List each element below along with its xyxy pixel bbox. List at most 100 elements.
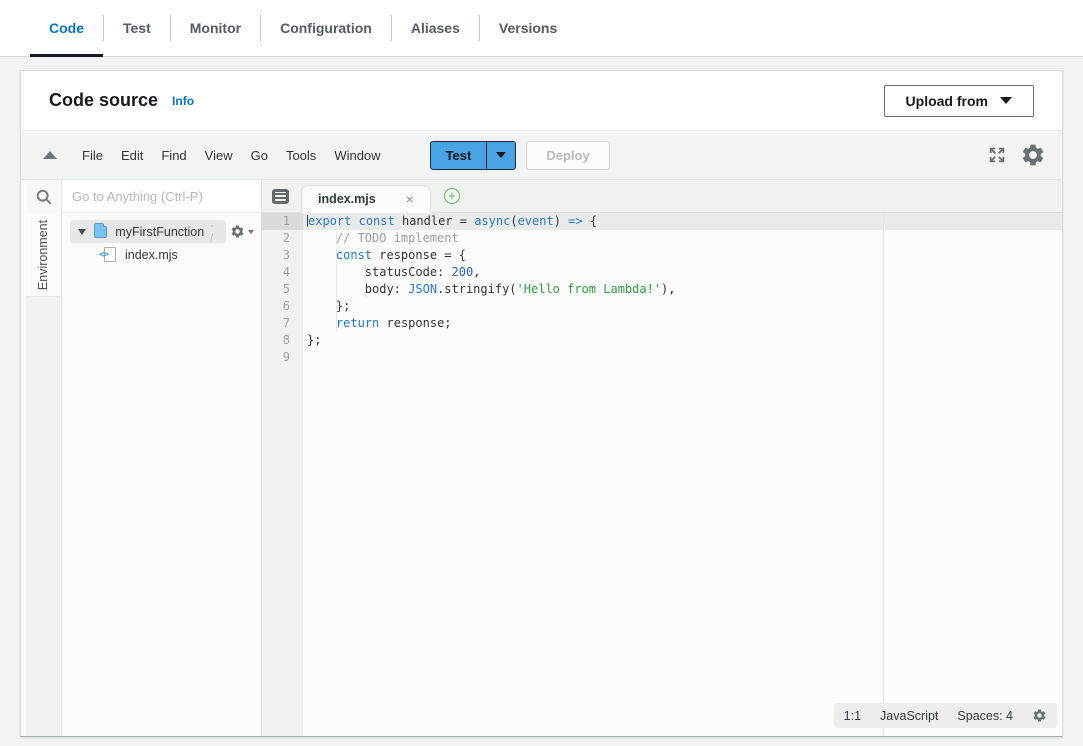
editor-settings-gear-icon[interactable] — [1032, 708, 1047, 723]
settings-gear-icon[interactable] — [1020, 142, 1046, 168]
code-lines: export const handler = async(event) => {… — [303, 213, 1062, 736]
tab-configuration[interactable]: Configuration — [261, 0, 391, 56]
editor-tab-strip: index.mjs × + — [262, 180, 1062, 213]
code-token: const — [359, 214, 395, 228]
gear-icon — [230, 224, 245, 239]
gutter-line-number[interactable]: 1 — [262, 213, 303, 230]
chevron-down-icon — [496, 152, 506, 158]
file-index-mjs[interactable]: <> index.mjs — [62, 243, 261, 266]
code-token: return — [336, 316, 379, 330]
cursor-position[interactable]: 1:1 — [844, 709, 861, 723]
ide-body: Environment myFirstFunction - / — [21, 180, 1062, 736]
gutter-line-number[interactable]: 2 — [262, 230, 303, 247]
code-token: ( — [510, 214, 517, 228]
code-token: const — [336, 248, 372, 262]
menu-view[interactable]: View — [196, 142, 242, 169]
menu-go[interactable]: Go — [242, 142, 277, 169]
code-token: response = { — [372, 248, 466, 262]
code-token: { — [583, 214, 597, 228]
info-link[interactable]: Info — [172, 94, 194, 108]
folder-icon — [94, 226, 107, 238]
new-tab-icon[interactable]: + — [444, 188, 460, 204]
search-icon — [35, 188, 53, 206]
upload-from-button[interactable]: Upload from — [884, 85, 1034, 117]
editor-menubar: File Edit Find View Go Tools Window Test… — [21, 131, 1062, 180]
tab-versions[interactable]: Versions — [480, 0, 576, 56]
tab-list-icon[interactable] — [272, 189, 289, 204]
editor-gutter: 123456789 — [262, 213, 303, 736]
chevron-down-icon — [248, 230, 254, 234]
gutter-line-number[interactable]: 4 — [262, 264, 303, 281]
folder-myfirstfunction[interactable]: myFirstFunction - / — [70, 220, 226, 243]
code-token: 'Hello from Lambda!' — [517, 282, 662, 296]
editor-tab-index-mjs[interactable]: index.mjs × — [301, 185, 431, 213]
file-tree: myFirstFunction - / <> index.mjs — [62, 213, 261, 266]
test-dropdown-button[interactable] — [486, 141, 516, 170]
tab-size-setting[interactable]: Spaces: 4 — [957, 709, 1013, 723]
code-line[interactable]: export const handler = async(event) => { — [303, 213, 1062, 230]
fullscreen-icon[interactable] — [987, 145, 1007, 165]
menu-edit[interactable]: Edit — [112, 142, 152, 169]
code-line[interactable] — [303, 349, 1062, 366]
folder-path-suffix: - / — [210, 220, 217, 244]
code-line[interactable]: const response = { — [303, 247, 1062, 264]
environment-sidebar: myFirstFunction - / <> index.mjs — [62, 180, 262, 736]
gutter-line-number[interactable]: 7 — [262, 315, 303, 332]
menu-tools[interactable]: Tools — [277, 142, 325, 169]
search-tab[interactable] — [26, 180, 61, 213]
language-mode[interactable]: JavaScript — [880, 709, 938, 723]
code-token: export — [308, 214, 351, 228]
code-token: 200 — [452, 265, 474, 279]
code-line[interactable]: statusCode: 200, — [303, 264, 1062, 281]
deploy-button[interactable]: Deploy — [526, 141, 609, 170]
environment-panel-tab[interactable]: Environment — [26, 213, 61, 297]
code-token: => — [568, 214, 582, 228]
code-token: , — [473, 265, 480, 279]
gutter-line-number[interactable]: 9 — [262, 349, 303, 366]
gutter-line-number[interactable]: 3 — [262, 247, 303, 264]
menu-file[interactable]: File — [73, 142, 112, 169]
tab-code[interactable]: Code — [30, 0, 103, 56]
print-margin-line — [883, 213, 884, 736]
tree-folder-row: myFirstFunction - / — [70, 220, 255, 243]
gutter-line-number[interactable]: 5 — [262, 281, 303, 298]
tree-settings-button[interactable] — [226, 224, 258, 239]
code-source-panel: Code source Info Upload from File Edit F… — [20, 70, 1063, 737]
code-token: event — [518, 214, 554, 228]
code-token: response; — [379, 316, 451, 330]
file-icon: <> — [104, 247, 116, 262]
menu-window[interactable]: Window — [325, 142, 389, 169]
code-token: ) — [554, 214, 568, 228]
file-name: index.mjs — [125, 248, 178, 262]
folder-expand-caret-icon[interactable] — [78, 229, 86, 235]
tab-monitor[interactable]: Monitor — [171, 0, 260, 56]
gutter-line-number[interactable]: 8 — [262, 332, 303, 349]
upload-from-label: Upload from — [906, 93, 988, 109]
code-editor[interactable]: 123456789 export const handler = async(e… — [262, 213, 1062, 736]
left-dock-strip: Environment — [26, 180, 62, 736]
code-line[interactable]: }; — [303, 298, 1062, 315]
dock-strip-spacer — [26, 297, 61, 736]
page-title: Code source — [49, 90, 158, 111]
code-line[interactable]: }; — [303, 332, 1062, 349]
test-split-button: Test — [430, 141, 517, 170]
gutter-line-number[interactable]: 6 — [262, 298, 303, 315]
code-token: // TODO implement — [336, 231, 459, 245]
tab-aliases[interactable]: Aliases — [392, 0, 479, 56]
test-button[interactable]: Test — [430, 141, 488, 170]
indent-guide — [336, 230, 337, 332]
indent-guide — [365, 264, 366, 298]
code-line[interactable]: body: JSON.stringify('Hello from Lambda!… — [303, 281, 1062, 298]
code-token: .stringify( — [437, 282, 516, 296]
code-line[interactable]: return response; — [303, 315, 1062, 332]
code-token — [307, 231, 336, 245]
tab-test[interactable]: Test — [104, 0, 170, 56]
code-line[interactable]: // TODO implement — [303, 230, 1062, 247]
menu-find[interactable]: Find — [152, 142, 195, 169]
code-token — [307, 316, 336, 330]
editor-tab-label: index.mjs — [318, 192, 376, 206]
close-tab-icon[interactable]: × — [406, 192, 414, 206]
collapse-menubar-icon[interactable] — [43, 151, 57, 159]
editor-status-bar: 1:1 JavaScript Spaces: 4 — [834, 703, 1057, 728]
goto-anything-input[interactable] — [72, 189, 251, 204]
